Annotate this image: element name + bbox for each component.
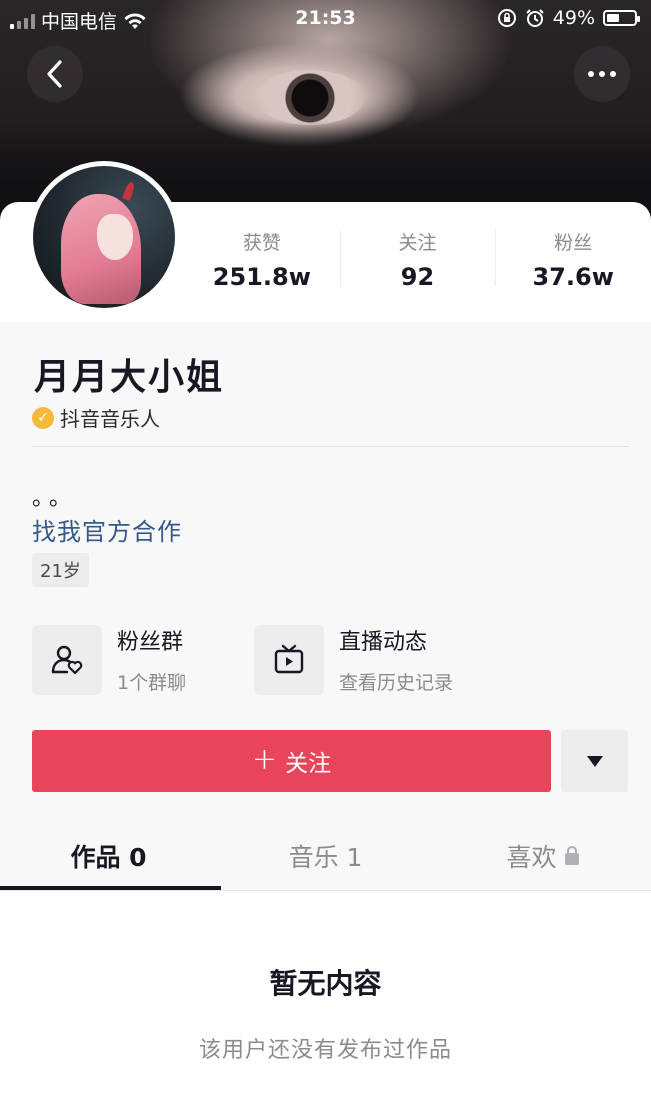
alarm-icon [526,9,544,27]
follow-dropdown-button[interactable] [561,730,628,792]
stat-label: 关注 [398,232,437,254]
follow-label: 关注 [285,751,332,777]
empty-state-subtitle: 该用户还没有发布过作品 [198,1038,452,1063]
tab-music[interactable]: 音乐 1 [217,822,434,890]
avatar [33,166,175,308]
battery-percent: 49% [552,7,595,29]
tab-label: 音乐 1 [288,843,363,872]
content-tabs: 作品 0 音乐 1 喜欢 [0,822,651,890]
stat-value: 251.8w [212,263,311,291]
stat-value: 37.6w [532,263,614,291]
rotation-lock-icon [497,9,516,27]
live-history-entry[interactable]: 直播动态 查看历史记录 [254,624,453,695]
tab-likes[interactable]: 喜欢 [434,822,651,890]
avatar-frame[interactable] [28,161,180,313]
lock-icon [564,846,579,865]
avatar-face [97,214,133,260]
triangle-down-icon [586,755,603,767]
stats-row: 获赞 251.8w 关注 92 粉丝 37.6w [184,224,651,294]
back-button[interactable] [27,46,83,102]
live-sub: 查看历史记录 [339,672,454,694]
profile-bio: 。。 [32,486,78,511]
profile-name: 月月大小姐 [34,357,225,398]
user-heart-icon [32,624,102,695]
battery-icon [603,10,640,26]
plus-icon: + [251,741,278,777]
stat-value: 92 [400,263,435,291]
live-title: 直播动态 [339,630,428,655]
empty-state-title: 暂无内容 [269,967,382,1000]
stat-following[interactable]: 关注 92 [339,224,496,294]
stat-label: 获赞 [242,232,281,254]
divider [32,446,629,447]
stat-followers[interactable]: 粉丝 37.6w [495,224,651,294]
tv-play-icon [254,624,324,695]
business-link[interactable]: 找我官方合作 [32,512,182,547]
more-dots-icon [588,71,616,77]
verified-label: 抖音音乐人 [60,407,160,431]
verified-badge[interactable]: ✓ 抖音音乐人 [32,403,160,432]
chevron-left-icon [47,60,62,88]
status-bar: 中国电信 21:53 49% [0,0,651,38]
tab-label: 作品 0 [70,843,147,872]
follow-button[interactable]: + 关注 [32,730,551,792]
status-right: 49% [497,7,640,29]
stat-label: 粉丝 [554,232,593,254]
cover-eye [255,70,365,125]
fans-group-title: 粉丝群 [117,630,184,655]
tab-label: 喜欢 [506,843,557,872]
stat-likes[interactable]: 获赞 251.8w [184,224,340,294]
age-tag: 21岁 [32,553,89,587]
fans-group-sub: 1个群聊 [117,672,187,694]
more-button[interactable] [574,46,630,102]
fans-group-entry[interactable]: 粉丝群 1个群聊 [32,624,186,695]
works-content-area [0,891,651,1120]
avatar-horn [122,181,136,201]
tab-works[interactable]: 作品 0 [0,822,217,890]
verified-check-icon: ✓ [32,406,54,429]
